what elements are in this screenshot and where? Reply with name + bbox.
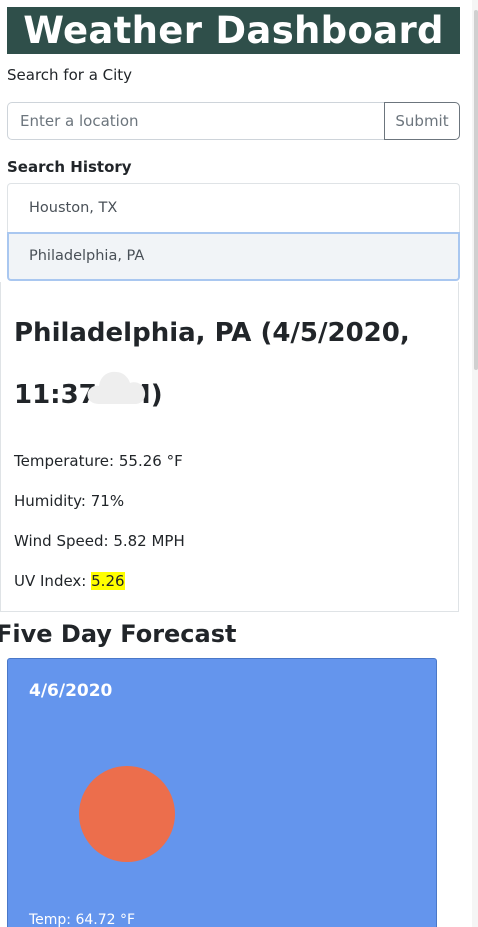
humidity-row: Humidity: 71% bbox=[14, 492, 124, 510]
search-history-label: Search History bbox=[7, 158, 132, 176]
weather-dashboard-page: Weather Dashboard Search for a City Subm… bbox=[0, 0, 478, 927]
forecast-temp-value: 64.72 °F bbox=[75, 912, 136, 927]
uv-index-row: UV Index: 5.26 bbox=[14, 572, 125, 590]
search-input[interactable] bbox=[7, 102, 384, 140]
chevron-right-icon: › bbox=[214, 626, 218, 637]
humidity-value: 71% bbox=[90, 492, 125, 510]
search-label: Search for a City bbox=[7, 66, 133, 84]
uv-index-value: 5.26 bbox=[91, 572, 125, 590]
uv-index-label: UV Index: bbox=[14, 572, 87, 590]
current-city-title: Philadelphia, PA (4/5/2020, 11:37 PM) bbox=[14, 302, 454, 426]
search-bar: Submit bbox=[7, 102, 460, 140]
wind-speed-row: Wind Speed: 5.82 MPH bbox=[14, 532, 185, 550]
forecast-day-card: 4/6/2020 Temp: 64.72 °F bbox=[7, 658, 437, 927]
current-city-title-text: Philadelphia, PA (4/5/2020, 11:37 PM) bbox=[14, 318, 410, 410]
wind-speed-label: Wind Speed: bbox=[14, 532, 109, 550]
history-item-philadelphia[interactable]: Philadelphia, PA bbox=[7, 232, 460, 281]
forecast-date: 4/6/2020 bbox=[29, 681, 113, 701]
temperature-value: 55.26 °F bbox=[118, 452, 183, 470]
temperature-label: Temperature: bbox=[14, 452, 115, 470]
current-weather-card: Philadelphia, PA (4/5/2020, 11:37 PM) Te… bbox=[0, 282, 459, 612]
forecast-title: Five Day Forecast bbox=[0, 620, 237, 648]
page-scrollbar[interactable] bbox=[472, 0, 478, 927]
forecast-temp-row: Temp: 64.72 °F bbox=[29, 912, 135, 927]
sun-icon bbox=[79, 766, 175, 862]
temperature-row: Temperature: 55.26 °F bbox=[14, 452, 183, 470]
humidity-label: Humidity: bbox=[14, 492, 86, 510]
cloud-icon bbox=[87, 371, 146, 404]
search-history-list: Houston, TX Philadelphia, PA bbox=[7, 183, 460, 281]
page-title: Weather Dashboard bbox=[7, 7, 460, 54]
forecast-temp-label: Temp: bbox=[29, 912, 72, 927]
scrollbar-thumb[interactable] bbox=[474, 10, 478, 370]
history-item-houston[interactable]: Houston, TX bbox=[7, 183, 460, 232]
wind-speed-value: 5.82 MPH bbox=[113, 532, 185, 550]
submit-button[interactable]: Submit bbox=[384, 102, 460, 140]
